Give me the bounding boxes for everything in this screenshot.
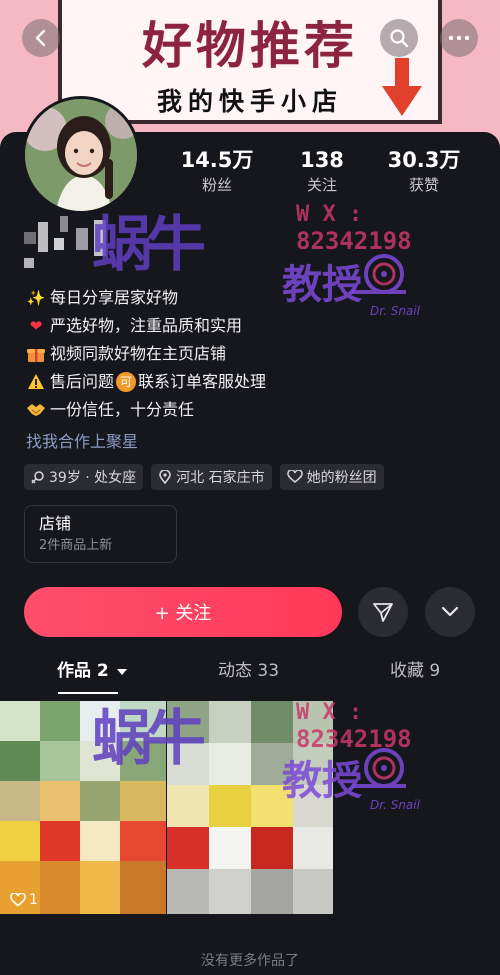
bio-line: ✨ 每日分享居家好物: [26, 284, 266, 312]
tab-favorites[interactable]: 收藏 9: [390, 656, 440, 681]
chevron-left-icon: [35, 29, 46, 47]
tag-location-text: 河北 石家庄市: [176, 470, 265, 486]
caret-down-icon: [116, 669, 127, 675]
cooperation-link[interactable]: 找我合作上聚星: [26, 428, 138, 452]
tag-fan-group-text: 她的粉丝团: [306, 470, 377, 486]
stat-following[interactable]: 138 关注: [277, 146, 367, 196]
watermark-big-text: 蜗牛: [92, 210, 206, 280]
location-icon: [159, 470, 171, 484]
watermark-brand: Dr. Snail: [370, 794, 420, 813]
watermark-brand: Dr. Snail: [370, 300, 420, 319]
gender-icon: [31, 471, 44, 484]
bio-text: 售后问题: [50, 372, 115, 391]
bio-text: 一份信任，十分责任: [50, 400, 195, 419]
search-button[interactable]: [380, 19, 418, 57]
follow-label: + 关注: [154, 603, 212, 624]
send-icon: [373, 603, 393, 622]
tab-works-label: 作品 2: [57, 661, 109, 681]
tab-works[interactable]: 作品 2: [57, 656, 127, 681]
tag-fan-group[interactable]: 她的粉丝团: [279, 464, 384, 490]
stat-fans-label: 粉丝: [201, 176, 232, 194]
gift-icon: [26, 344, 46, 364]
search-icon: [390, 29, 409, 48]
bio-text: 严选好物，注重品质和实用: [50, 316, 243, 335]
heart-outline-icon: [10, 893, 26, 907]
tag-age-text: 39岁 · 处女座: [49, 470, 137, 486]
watermark-brand-text: Dr. Snail: [370, 304, 420, 318]
work-like-count: 1: [10, 892, 38, 908]
shop-card[interactable]: 店铺 2件商品上新: [24, 505, 177, 563]
stat-likes[interactable]: 30.3万 获赞: [379, 146, 469, 196]
bio-line: 视频同款好物在主页店铺: [26, 340, 266, 368]
follow-button[interactable]: + 关注: [24, 587, 342, 637]
heart-icon: ❤: [29, 317, 43, 335]
bio-text: 视频同款好物在主页店铺: [50, 344, 227, 363]
stat-likes-value: 30.3万: [387, 148, 461, 172]
watermark-brand-text: Dr. Snail: [370, 798, 420, 812]
shop-subtitle: 2件商品上新: [39, 538, 113, 553]
snail-logo-icon: [352, 254, 406, 294]
bio-line: ❤ 严选好物，注重品质和实用: [26, 312, 266, 340]
back-button[interactable]: [22, 19, 60, 57]
stat-likes-label: 获赞: [408, 176, 439, 194]
bio-line: 售后问题 可 联系订单客服处理: [26, 368, 266, 396]
chevron-down-icon: [441, 606, 459, 617]
sparkles-icon: ✨: [26, 289, 46, 307]
content-tabs: 作品 2 动态 33 收藏 9: [0, 656, 500, 694]
stat-fans-value: 14.5万: [180, 148, 254, 172]
tab-moments[interactable]: 动态 33: [218, 656, 279, 681]
watermark-wx-number: 82342198: [296, 227, 412, 255]
tag-age: 39岁 · 处女座: [24, 464, 144, 490]
more-actions-button[interactable]: [425, 587, 475, 637]
fan-group-icon: [286, 470, 303, 483]
watermark-contact: W X : 82342198: [296, 202, 412, 255]
snail-logo-icon: [352, 748, 406, 788]
bio-line: 一份信任，十分责任: [26, 396, 266, 424]
watermark-big-text: 蜗牛: [92, 704, 206, 774]
bio-text: 联系订单客服处理: [138, 372, 267, 391]
watermark-wx-label: W X :: [296, 700, 363, 725]
tag-location: 河北 石家庄市: [151, 464, 272, 490]
watermark: 蜗牛: [92, 690, 206, 777]
work-like-value: 1: [29, 892, 38, 908]
more-button[interactable]: [440, 19, 478, 57]
bio: ✨ 每日分享居家好物 ❤ 严选好物，注重品质和实用 视频同款好物在主页店铺 售后…: [26, 284, 266, 424]
stat-following-value: 138: [300, 148, 344, 172]
end-of-list-text: 没有更多作品了: [201, 953, 299, 969]
profile-tags: 39岁 · 处女座 河北 石家庄市 她的粉丝团: [24, 464, 384, 490]
watermark: 蜗牛: [92, 196, 206, 283]
stat-following-label: 关注: [306, 176, 337, 194]
watermark-wx-label: W X :: [296, 202, 363, 227]
arrow-down-icon: [382, 58, 422, 116]
bio-text: 每日分享居家好物: [50, 288, 179, 307]
handshake-icon: [26, 400, 46, 420]
shop-title: 店铺: [39, 514, 72, 533]
more-dots-icon: [448, 35, 470, 41]
stat-fans[interactable]: 14.5万 粉丝: [172, 146, 262, 196]
ok-badge: 可: [116, 372, 137, 392]
warning-icon: [26, 372, 46, 392]
share-button[interactable]: [358, 587, 408, 637]
